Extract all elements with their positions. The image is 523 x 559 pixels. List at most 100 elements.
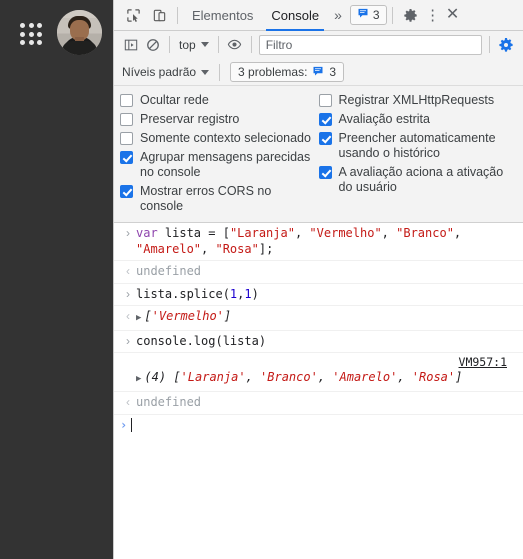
close-icon[interactable]: ✕ xyxy=(442,7,464,23)
setting-label: Preservar registro xyxy=(140,112,240,126)
more-tabs-icon[interactable]: » xyxy=(328,8,348,22)
setting-preservar-registro[interactable]: Preservar registro xyxy=(120,110,313,129)
execution-context-value: top xyxy=(179,37,196,52)
setting-avaliacao-aciona-ativacao[interactable]: A avaliação aciona a ativação do usuário xyxy=(318,163,518,197)
console-settings-gear-icon[interactable] xyxy=(495,34,517,56)
kebab-menu-icon[interactable]: ⋮ xyxy=(424,8,442,23)
expand-triangle-icon[interactable]: ▶ xyxy=(136,374,141,384)
setting-ocultar-rede[interactable]: Ocultar rede xyxy=(120,91,313,110)
device-toolbar-icon[interactable] xyxy=(146,2,172,28)
message-icon xyxy=(357,6,369,24)
message-icon xyxy=(312,65,324,80)
console-levels-row: Níveis padrão 3 problemas: 3 xyxy=(114,59,523,86)
chevron-down-icon xyxy=(200,42,209,47)
checkbox-mostrar-erros-cors[interactable] xyxy=(120,185,133,198)
checkbox-registrar-xmlhttprequests[interactable] xyxy=(318,94,332,107)
problems-count: 3 xyxy=(329,65,337,79)
problems-chip[interactable]: 3 problemas: 3 xyxy=(230,62,345,82)
console-prompt-row[interactable]: › xyxy=(114,415,523,435)
console-log-value[interactable]: ▶ (4) ['Laranja', 'Branco', 'Amarelo', 'R… xyxy=(136,369,517,387)
console-input-text: console.log(lista) xyxy=(136,333,267,348)
browser-page-strip xyxy=(0,0,113,559)
ctoolbar-divider-4 xyxy=(489,36,490,53)
setting-label: Preencher automaticamente usando o histó… xyxy=(338,131,496,160)
setting-label: Ocultar rede xyxy=(140,93,209,107)
log-source-row: VM957:1 xyxy=(136,353,517,369)
console-sidebar-icon[interactable] xyxy=(120,34,142,56)
result-arrow-icon: ‹ xyxy=(126,264,130,278)
log-levels-select[interactable]: Níveis padrão xyxy=(122,65,210,79)
clear-console-icon[interactable] xyxy=(142,34,164,56)
ctoolbar-divider-1 xyxy=(169,36,170,53)
console-input-text: var lista = ["Laranja", "Vermelho", "Bra… xyxy=(136,226,469,256)
setting-preencher-automaticamente[interactable]: Preencher automaticamente usando o histó… xyxy=(318,129,518,163)
checkbox-somente-contexto-selecionado[interactable] xyxy=(120,132,133,145)
console-toolbar: top xyxy=(114,31,523,59)
console-input-row[interactable]: › console.log(lista) xyxy=(114,331,523,353)
checkbox-avaliacao-estrita[interactable] xyxy=(318,113,332,126)
user-avatar[interactable] xyxy=(57,10,102,55)
expand-triangle-icon[interactable]: ▶ xyxy=(136,313,141,323)
result-arrow-icon: ‹ xyxy=(126,309,130,323)
log-levels-value: Níveis padrão xyxy=(122,65,197,79)
console-result-text: undefined xyxy=(136,264,202,278)
console-result-row: ‹ undefined xyxy=(114,261,523,284)
setting-registrar-xmlhttprequests[interactable]: Registrar XMLHttpRequests xyxy=(318,91,518,110)
ctoolbar-divider-3 xyxy=(250,36,252,53)
setting-label: Somente contexto selecionado xyxy=(140,131,311,145)
settings-column-right: Registrar XMLHttpRequests Avaliação estr… xyxy=(318,91,518,216)
tab-elementos[interactable]: Elementos xyxy=(183,0,262,31)
console-log-entry: VM957:1 ▶ (4) ['Laranja', 'Branco', 'Amar… xyxy=(114,353,523,392)
setting-avaliacao-estrita[interactable]: Avaliação estrita xyxy=(318,110,518,129)
console-result-row[interactable]: ‹ ▶ ['Vermelho'] xyxy=(114,306,523,331)
setting-agrupar-mensagens[interactable]: Agrupar mensagens parecidas no console xyxy=(120,148,313,182)
setting-mostrar-erros-cors[interactable]: Mostrar erros CORS no console xyxy=(120,182,313,216)
console-settings-pane: Ocultar rede Preservar registro Somente … xyxy=(114,86,523,223)
avatar-shirt xyxy=(62,41,97,55)
console-output-area[interactable]: › var lista = ["Laranja", "Vermelho", "B… xyxy=(114,223,523,559)
console-result-text: undefined xyxy=(136,395,202,409)
input-chevron-icon: › xyxy=(126,333,130,348)
log-source-link[interactable]: VM957:1 xyxy=(459,355,507,369)
input-chevron-icon: › xyxy=(126,226,130,240)
checkbox-preencher-automaticamente[interactable] xyxy=(318,132,332,145)
settings-column-left: Ocultar rede Preservar registro Somente … xyxy=(120,91,319,216)
checkbox-preservar-registro[interactable] xyxy=(120,113,133,126)
devtools-tabbar: Elementos Console » 3 ⋮ ✕ xyxy=(114,0,523,31)
input-chevron-icon: › xyxy=(126,286,130,301)
checkbox-agrupar-mensagens[interactable] xyxy=(120,151,133,164)
devtools-panel: Elementos Console » 3 ⋮ ✕ top Filtro Nív… xyxy=(113,0,523,559)
gear-icon[interactable] xyxy=(398,2,424,28)
tab-console[interactable]: Console xyxy=(262,0,328,31)
setting-label: Registrar XMLHttpRequests xyxy=(338,93,495,107)
levelsrow-divider xyxy=(219,63,221,81)
setting-label: A avaliação aciona a ativação do usuário xyxy=(338,165,504,194)
console-input-text: lista.splice(1,1) xyxy=(136,286,259,301)
apps-grid-icon[interactable] xyxy=(20,23,43,46)
prompt-chevron-icon: › xyxy=(120,417,128,432)
execution-context-select[interactable]: top xyxy=(175,38,213,52)
console-input-row[interactable]: › var lista = ["Laranja", "Vermelho", "B… xyxy=(114,223,523,261)
tabbar-divider-2 xyxy=(391,6,393,24)
checkbox-avaliacao-aciona-ativacao[interactable] xyxy=(318,166,332,179)
inspect-element-icon[interactable] xyxy=(120,2,146,28)
console-result-row: ‹ undefined xyxy=(114,392,523,415)
chevron-down-icon xyxy=(201,69,210,75)
issues-badge[interactable]: 3 xyxy=(349,5,387,25)
screenshot-root: Elementos Console » 3 ⋮ ✕ top Filtro Nív… xyxy=(0,0,523,559)
text-cursor xyxy=(131,417,133,432)
checkbox-ocultar-rede[interactable] xyxy=(120,94,133,107)
console-input-row[interactable]: › lista.splice(1,1) xyxy=(114,284,523,306)
result-arrow-icon: ‹ xyxy=(126,395,130,409)
setting-somente-contexto-selecionado[interactable]: Somente contexto selecionado xyxy=(120,129,313,148)
filter-input[interactable] xyxy=(258,34,482,55)
console-result-text[interactable]: ▶ ['Vermelho'] xyxy=(136,309,517,327)
setting-label: Agrupar mensagens parecidas no console xyxy=(140,150,311,179)
setting-label: Avaliação estrita xyxy=(338,112,431,126)
issues-count: 3 xyxy=(372,8,380,22)
live-expression-eye-icon[interactable] xyxy=(224,34,246,56)
ctoolbar-divider-2 xyxy=(217,36,219,53)
problems-label: 3 problemas: xyxy=(238,65,308,79)
setting-label: Mostrar erros CORS no console xyxy=(140,184,272,213)
tabbar-divider-1 xyxy=(177,6,178,24)
